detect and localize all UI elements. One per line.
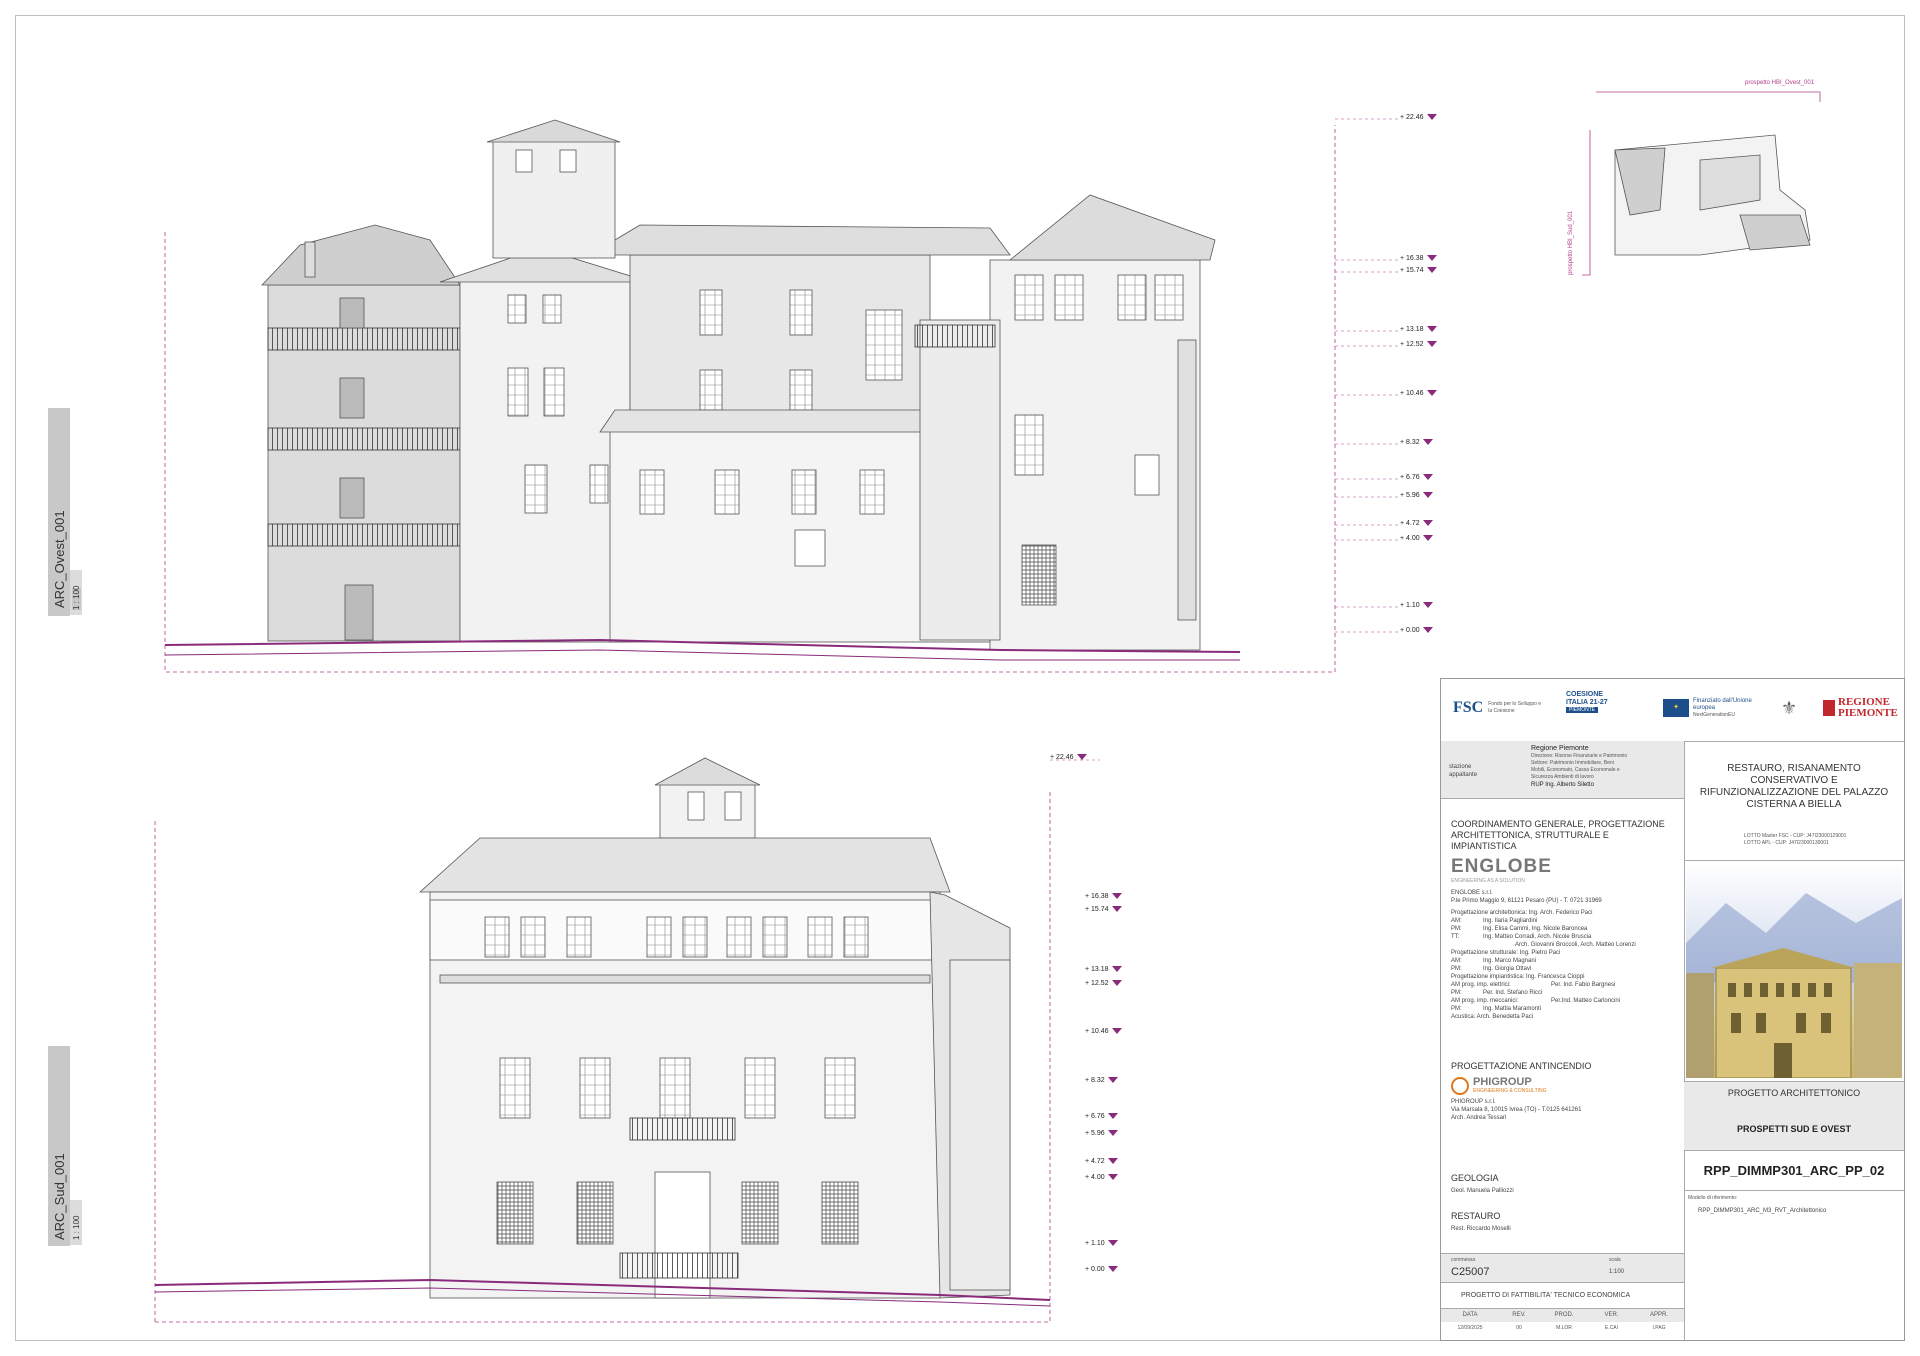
logo-bar: FSC Fondo per lo Sviluppo e la Coesione … (1441, 679, 1904, 742)
revision-cell: REV. (1512, 1312, 1526, 1318)
revision-cell: 12/09/2025 (1457, 1325, 1483, 1331)
phigroup-mark-icon (1451, 1076, 1469, 1095)
project-cell: RESTAURO, RISANAMENTO CONSERVATIVO E RIF… (1684, 741, 1904, 861)
level-label: + 4.72 (1085, 1158, 1118, 1165)
staff-row: Progettazione architettonica: Ing. Arch.… (1451, 910, 1593, 916)
level-label: + 6.76 (1400, 474, 1433, 481)
restoration-cell: RESTAURO Rest. Riccardo Moselli (1451, 1211, 1511, 1232)
level-label: + 1.10 (1085, 1240, 1118, 1247)
revision-cell: M.LOR (1556, 1325, 1572, 1331)
level-label: + 10.46 (1400, 390, 1437, 397)
keyplan-tag-south: prospetto HBI_Sud_001 (1568, 210, 1574, 275)
sheet-title: PROSPETTI SUD E OVEST (1736, 1124, 1852, 1134)
staff-row: PM: Ing. Mattia Maramonti (1451, 1006, 1542, 1012)
geology-cell: GEOLOGIA Geol. Manuela Palliozzi (1451, 1173, 1514, 1194)
eu-flag-icon: ✦ (1663, 699, 1689, 717)
staff-row: PM: Per. Ind. Stefano Ricci (1451, 990, 1543, 996)
coordination-cell: COORDINAMENTO GENERALE, PROGETTAZIONE AR… (1451, 819, 1676, 1021)
key-plan (1582, 91, 1821, 276)
phigroup-logo: PHIGROUP ENGINEERING & CONSULTING (1451, 1076, 1676, 1095)
staff-row: PM: Ing. Elisa Cammi, Ing. Nicole Baronce… (1451, 926, 1588, 932)
title-block-left: stazione appaltante Regione Piemonte Dir… (1441, 741, 1685, 1341)
level-label: + 4.72 (1400, 520, 1433, 527)
west-elevation (164, 119, 1336, 673)
view-name: ARC_Sud_001 (52, 1153, 67, 1240)
piemonte-shield-icon (1823, 700, 1835, 716)
italy-emblem-icon: ⚜ (1781, 697, 1798, 718)
staff-row: Progettazione strutturale: Ing. Pietro P… (1451, 950, 1561, 956)
model-cell: Modello di riferimento: RPP_DIMMP301_ARC… (1688, 1195, 1827, 1214)
view-scale: 1 : 100 (72, 1215, 81, 1240)
revision-cell: APPR. (1649, 1312, 1668, 1318)
palazzo-drawing-icon (1686, 893, 1902, 1078)
staff-row: Acustica: Arch. Benedetta Paci (1451, 1014, 1534, 1020)
revision-table: DATA REV. PROD. VER. APPR. 12/09/2025 00 M.LOR… (1441, 1309, 1684, 1341)
level-label: + 4.00 (1400, 535, 1433, 542)
level-label: + 8.32 (1085, 1077, 1118, 1084)
code-cell: RPP_DIMMP301_ARC_PP_02 (1684, 1151, 1904, 1191)
coesione-logo: COESIONE ITALIA 21-27 PIEMONTE (1566, 691, 1608, 713)
level-label: + 8.32 (1400, 439, 1433, 446)
level-label: + 4.00 (1085, 1174, 1118, 1181)
view-scale: 1 : 100 (72, 585, 81, 610)
level-label: + 16.38 (1085, 893, 1122, 900)
level-label: + 10.46 (1085, 1028, 1122, 1035)
level-label: + 22.46 (1400, 114, 1437, 121)
eu-logo: ✦ Finanziato dall'Unione europea NextGen… (1663, 691, 1758, 725)
revision-cell: PROD. (1554, 1312, 1574, 1318)
fsc-logo: FSC Fondo per lo Sviluppo e la Coesione (1453, 699, 1542, 716)
commessa-cell: commessa C25007 scala 1:100 (1441, 1253, 1684, 1283)
view-scale-south: 1 : 100 (70, 1200, 82, 1245)
title-block-right: RESTAURO, RISANAMENTO CONSERVATIVO E RIF… (1684, 741, 1904, 1341)
revision-cell: DATA (1462, 1312, 1478, 1318)
staff-row: AM prog. imp. meccanici: Per.Ind. Matteo … (1451, 998, 1621, 1004)
level-label: + 16.38 (1400, 255, 1437, 262)
view-name: ARC_Ovest_001 (52, 510, 67, 608)
south-elevation (154, 757, 1051, 1323)
phase-cell: PROGETTO DI FATTIBILITA' TECNICO ECONOMI… (1441, 1283, 1684, 1309)
staff-row: Arch. Giovanni Broccoli, Arch. Matteo Lo… (1515, 942, 1636, 948)
view-scale-west: 1 : 100 (70, 570, 82, 615)
staff-row: AM prog. imp. elettrici: Per. Ind. Fabio … (1451, 982, 1616, 988)
level-label: + 13.18 (1400, 326, 1437, 333)
palazzo-picture (1686, 863, 1902, 1078)
revision-cell: 00 (1516, 1325, 1522, 1331)
title-block: FSC Fondo per lo Sviluppo e la Coesione … (1440, 678, 1905, 1341)
project-title: RESTAURO, RISANAMENTO CONSERVATIVO E RIF… (1699, 763, 1889, 810)
drawing-code: RPP_DIMMP301_ARC_PP_02 (1703, 1163, 1885, 1178)
englobe-logo: ENGLOBE (1451, 856, 1552, 877)
level-label: + 6.76 (1085, 1113, 1118, 1120)
level-label: + 15.74 (1400, 267, 1437, 274)
level-label: + 0.00 (1400, 627, 1433, 634)
staff-row: PM: Ing. Giorgia Ottavi (1451, 966, 1532, 972)
keyplan-tag-west: prospetto HBI_Ovest_001 (1745, 80, 1815, 86)
client-cell: stazione appaltante Regione Piemonte Dir… (1441, 741, 1684, 799)
level-label: + 5.96 (1085, 1130, 1118, 1137)
fire-cell: PROGETTAZIONE ANTINCENDIO PHIGROUP ENGIN… (1451, 1061, 1676, 1122)
section-cell: PROGETTO ARCHITETTONICO PROSPETTI SUD E … (1684, 1081, 1904, 1151)
level-label: + 1.10 (1400, 602, 1433, 609)
staff-row: AM: Ing. Ilaria Pagliardini (1451, 918, 1538, 924)
level-label: + 22.46 (1050, 754, 1087, 761)
level-label: + 13.18 (1085, 966, 1122, 973)
level-label: + 12.52 (1085, 980, 1122, 987)
regione-logo: REGIONE PIEMONTE (1823, 691, 1898, 725)
level-label: + 0.00 (1085, 1266, 1118, 1273)
staff-row: Progettazione impiantistica: Ing. France… (1451, 974, 1585, 980)
staff-row: AM: Ing. Marco Magnani (1451, 958, 1537, 964)
revision-cell: E.CAI (1604, 1325, 1619, 1331)
staff-list: Progettazione architettonica: Ing. Arch.… (1451, 909, 1676, 1021)
staff-row: TT: Ing. Matteo Corradi, Arch. Nicole Bru… (1451, 934, 1592, 940)
level-label: + 5.96 (1400, 492, 1433, 499)
revision-cell: I.PAG (1652, 1325, 1666, 1331)
view-label-west: ARC_Ovest_001 (48, 408, 70, 616)
view-label-south: ARC_Sud_001 (48, 1046, 70, 1246)
revision-cell: VER. (1604, 1312, 1619, 1318)
level-label: + 15.74 (1085, 906, 1122, 913)
level-label: + 12.52 (1400, 341, 1437, 348)
